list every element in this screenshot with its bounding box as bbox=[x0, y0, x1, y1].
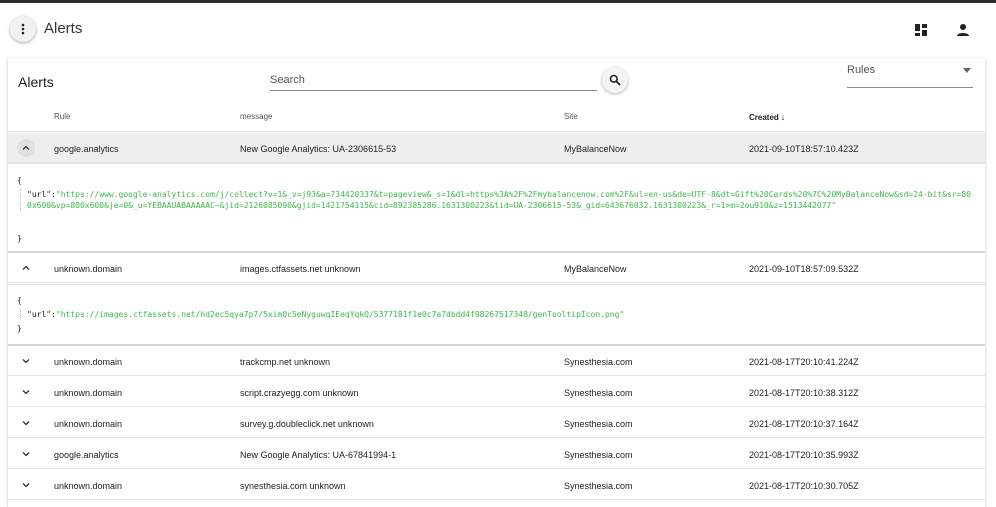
person-icon[interactable] bbox=[956, 23, 970, 37]
cell-site: Synesthesia.com bbox=[564, 481, 633, 491]
column-header-site[interactable]: Site bbox=[564, 112, 578, 121]
expand-row-button[interactable] bbox=[17, 383, 35, 401]
cell-message: script.crazyegg.com unknown bbox=[240, 388, 359, 398]
search-field bbox=[270, 70, 597, 91]
json-open-brace: { bbox=[17, 296, 22, 305]
cell-created: 2021-08-17T20:10:30.705Z bbox=[749, 481, 859, 491]
json-entry: "url":"https://images.ctfassets.net/hd2e… bbox=[20, 309, 975, 320]
json-value[interactable]: "https://www.google-analytics.com/j/coll… bbox=[27, 190, 971, 210]
cell-message: New Google Analytics: UA-67841994-1 bbox=[240, 450, 397, 460]
chevron-down-icon bbox=[22, 483, 30, 488]
cell-created: 2021-09-10T18:57:09.532Z bbox=[749, 264, 859, 274]
column-header-message[interactable]: message bbox=[240, 112, 272, 121]
cell-created: 2021-08-17T20:10:37.164Z bbox=[749, 419, 859, 429]
card-title: Alerts bbox=[18, 74, 54, 90]
table-row[interactable]: unknown.domain images.ctfassets.net unkn… bbox=[8, 253, 985, 283]
app-bar: Alerts bbox=[0, 3, 996, 55]
chevron-up-icon bbox=[22, 145, 30, 150]
expand-row-button[interactable] bbox=[17, 352, 35, 370]
cell-site: Synesthesia.com bbox=[564, 419, 633, 429]
arrow-drop-down-icon bbox=[963, 68, 971, 73]
chevron-down-icon bbox=[22, 452, 30, 457]
cell-rule: unknown.domain bbox=[54, 419, 123, 429]
search-button[interactable] bbox=[602, 67, 628, 93]
cell-site: MyBalanceNow bbox=[564, 144, 627, 154]
cell-message: synesthesia.com unknown bbox=[240, 481, 346, 491]
cell-rule: unknown.domain bbox=[54, 388, 123, 398]
expand-row-button[interactable] bbox=[17, 476, 35, 494]
row-detail-json: { "url":"https://images.ctfassets.net/hd… bbox=[8, 284, 985, 346]
cell-message: trackcmp.net unknown bbox=[240, 357, 331, 367]
table-row[interactable]: unknown.domain trackcmp.net unknown Syne… bbox=[8, 346, 985, 376]
cell-message: survey.g.doubleclick.net unknown bbox=[240, 419, 374, 429]
cell-rule: google.analytics bbox=[54, 450, 119, 460]
collapse-row-button[interactable] bbox=[17, 139, 35, 157]
cell-rule: unknown.domain bbox=[54, 481, 123, 491]
alerts-card: Alerts Rules Rule message Site Created↓ … bbox=[8, 58, 985, 507]
cell-rule: unknown.domain bbox=[54, 264, 123, 274]
json-value[interactable]: "https://images.ctfassets.net/hd2ec5qya7… bbox=[56, 310, 624, 319]
table-row[interactable]: unknown.domain script.crazyegg.com unkno… bbox=[8, 377, 985, 407]
search-icon bbox=[609, 74, 621, 86]
search-input[interactable] bbox=[270, 70, 597, 90]
json-entry: "url":"https://www.google-analytics.com/… bbox=[20, 189, 975, 211]
app-title: Alerts bbox=[44, 20, 83, 37]
json-key: "url": bbox=[27, 190, 56, 199]
cell-site: MyBalanceNow bbox=[564, 264, 627, 274]
cell-message: images.ctfassets.net unknown bbox=[240, 264, 361, 274]
cell-created: 2021-08-17T20:10:38.312Z bbox=[749, 388, 859, 398]
table-row[interactable]: google.analytics New Google Analytics: U… bbox=[8, 439, 985, 469]
cell-site: Synesthesia.com bbox=[564, 450, 633, 460]
cell-created: 2021-08-17T20:10:35.993Z bbox=[749, 450, 859, 460]
cell-created: 2021-08-17T20:10:41.224Z bbox=[749, 357, 859, 367]
json-key: "url": bbox=[27, 310, 56, 319]
expand-row-button[interactable] bbox=[17, 445, 35, 463]
table-row[interactable]: google.analytics New Google Analytics: U… bbox=[8, 133, 985, 163]
rules-select-label: Rules bbox=[847, 64, 876, 76]
chevron-down-icon bbox=[22, 359, 30, 364]
cell-site: Synesthesia.com bbox=[564, 388, 633, 398]
column-header-created[interactable]: Created ↓ bbox=[749, 112, 785, 122]
chevron-up-icon bbox=[22, 265, 30, 270]
column-header-created-label: Created bbox=[749, 113, 779, 122]
rules-select[interactable]: Rules bbox=[847, 60, 973, 88]
column-header-rule[interactable]: Rule bbox=[54, 112, 70, 121]
cell-rule: unknown.domain bbox=[54, 357, 123, 367]
dashboard-icon[interactable] bbox=[914, 23, 928, 37]
chevron-down-icon bbox=[22, 390, 30, 395]
more-vert-icon bbox=[21, 23, 25, 35]
chevron-down-icon bbox=[22, 421, 30, 426]
cell-rule: google.analytics bbox=[54, 144, 119, 154]
table-row[interactable]: unknown.domain survey.g.doubleclick.net … bbox=[8, 408, 985, 438]
table-header: Rule message Site Created ↓ bbox=[8, 102, 985, 132]
menu-button[interactable] bbox=[10, 16, 36, 42]
expand-row-button[interactable] bbox=[17, 414, 35, 432]
cell-created: 2021-09-10T18:57:10.423Z bbox=[749, 144, 859, 154]
collapse-row-button[interactable] bbox=[17, 259, 35, 277]
cell-site: Synesthesia.com bbox=[564, 357, 633, 367]
row-detail-json: { "url":"https://www.google-analytics.co… bbox=[8, 163, 985, 253]
table-row[interactable]: unknown.domain synesthesia.com unknown S… bbox=[8, 470, 985, 500]
json-open-brace: { bbox=[17, 176, 22, 185]
sort-descending-icon: ↓ bbox=[780, 112, 786, 122]
cell-message: New Google Analytics: UA-2306615-53 bbox=[240, 144, 397, 154]
json-close-brace: } bbox=[17, 234, 22, 243]
json-close-brace: } bbox=[17, 324, 22, 333]
